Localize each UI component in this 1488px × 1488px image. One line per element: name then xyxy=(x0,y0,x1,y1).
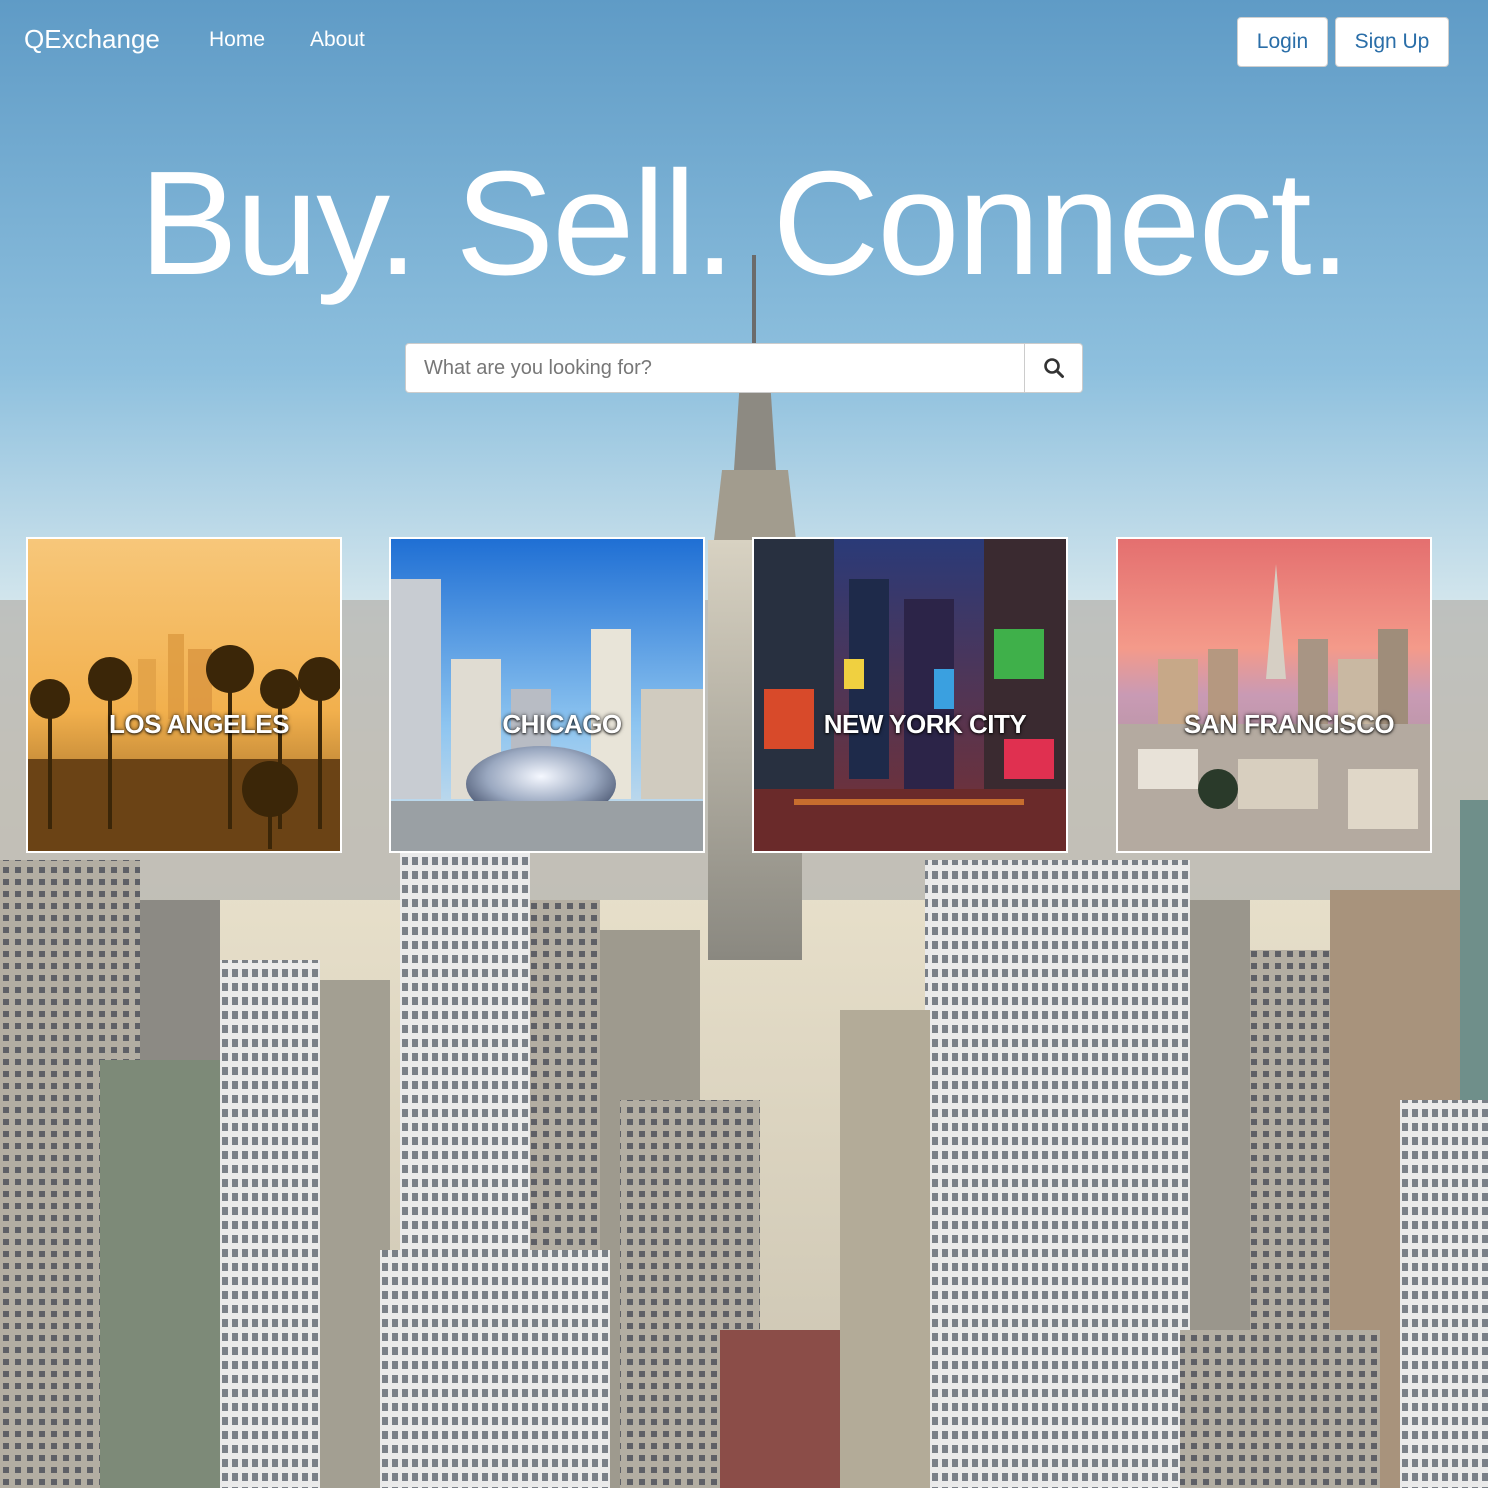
city-label-chicago: CHICAGO xyxy=(502,709,622,739)
page: QExchange Home About Login Sign Up Buy. … xyxy=(0,0,1488,1488)
city-label-los-angeles: LOS ANGELES xyxy=(109,709,289,739)
city-card-chicago[interactable]: CHICAGO xyxy=(389,537,705,853)
search-input[interactable] xyxy=(405,343,1025,393)
san-francisco-image xyxy=(1118,539,1430,851)
search-bar xyxy=(405,343,1083,393)
nav-link-about[interactable]: About xyxy=(310,28,365,52)
los-angeles-image xyxy=(28,539,340,851)
brand-logo-link[interactable]: QExchange xyxy=(24,24,160,55)
new-york-city-image xyxy=(754,539,1066,851)
city-card-los-angeles[interactable]: LOS ANGELES xyxy=(26,537,342,853)
city-label-new-york-city: NEW YORK CITY xyxy=(823,709,1027,739)
city-label-san-francisco: SAN FRANCISCO xyxy=(1183,709,1395,739)
chicago-image xyxy=(391,539,703,851)
nav-link-home[interactable]: Home xyxy=(209,28,265,52)
search-icon xyxy=(1043,358,1064,378)
navbar: QExchange Home About Login Sign Up xyxy=(0,0,1488,84)
search-button[interactable] xyxy=(1025,343,1083,393)
sign-up-button[interactable]: Sign Up xyxy=(1335,17,1449,67)
login-button[interactable]: Login xyxy=(1237,17,1328,67)
hero-title: Buy. Sell. Connect. xyxy=(139,141,1351,306)
city-card-new-york-city[interactable]: NEW YORK CITY xyxy=(752,537,1068,853)
city-card-san-francisco[interactable]: SAN FRANCISCO xyxy=(1116,537,1432,853)
